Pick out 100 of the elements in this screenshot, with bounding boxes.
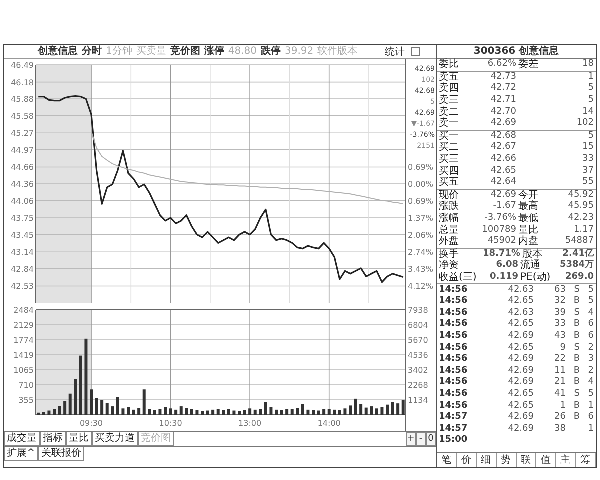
volume-bar — [174, 410, 178, 415]
tick-volume: 39 — [554, 308, 566, 319]
tick-volume: 11 — [554, 366, 566, 377]
order-price: 42.69 — [490, 118, 516, 130]
tick-side: S — [573, 284, 580, 296]
volume-axis-label: 2129 — [14, 321, 34, 330]
volume-axis-label: 710 — [18, 381, 34, 390]
tick-count: 5 — [587, 284, 594, 296]
quote-value: -3.76% — [484, 213, 516, 224]
tick-count: 6 — [587, 330, 594, 342]
order-price: 42.68 — [490, 130, 516, 142]
quote-label: 净资 — [439, 260, 460, 272]
indicator-tab[interactable]: 买卖力道 — [92, 432, 138, 446]
volume-bar — [42, 412, 46, 415]
tick-price: 42.65 — [507, 342, 534, 354]
volume-bar — [259, 409, 262, 415]
volume-bar — [206, 410, 210, 415]
header-text: 创意信息 — [38, 46, 78, 58]
volume-bar — [48, 410, 51, 415]
quote-label: 最高 — [518, 201, 540, 212]
extra-tab[interactable]: 关联报价 — [38, 447, 84, 461]
price-axis-label: 46.49 — [11, 61, 34, 70]
percent-axis-label: 1.37% — [408, 214, 434, 224]
tick-time: 14:57 — [439, 424, 469, 435]
zoom-button[interactable]: 0 — [426, 432, 436, 446]
order-price: 42.66 — [490, 154, 516, 166]
volume-bar — [106, 403, 109, 415]
order-label: 卖五 — [439, 72, 460, 83]
volume-bar — [344, 408, 347, 415]
volume-axis-label: 2484 — [14, 307, 34, 315]
quote-label: 内盘 — [518, 236, 540, 248]
tick-price: 42.65 — [507, 400, 534, 412]
volume-bar — [322, 410, 326, 415]
volume-bar — [216, 409, 220, 415]
quote-label: 委差 — [518, 59, 540, 70]
indicator-tab[interactable]: 成交量 — [4, 432, 40, 446]
stats-button[interactable]: 统计 — [383, 44, 407, 58]
price-axis-label: 45.27 — [11, 129, 34, 138]
header-text: 买卖量 — [136, 46, 166, 58]
tick-volume: 41 — [554, 388, 566, 400]
volume-axis-label: 4536 — [408, 351, 428, 360]
order-label: 买二 — [439, 142, 460, 154]
order-price: 42.71 — [490, 95, 516, 106]
volume-bar — [116, 397, 120, 415]
tick-price: 42.63 — [507, 308, 534, 319]
zoom-button[interactable]: + — [406, 432, 416, 446]
tick-count: 6 — [587, 319, 594, 330]
volume-bar — [100, 400, 104, 415]
volume-bar — [169, 408, 172, 415]
volume-axis-label: 355 — [18, 396, 34, 405]
volume-bar — [243, 410, 246, 415]
window-icon[interactable] — [411, 47, 420, 56]
tick-price: 42.69 — [507, 412, 534, 424]
tick-price: 42.65 — [507, 388, 534, 400]
volume-bar — [132, 410, 136, 415]
tick-price: 42.69 — [507, 377, 534, 388]
header-text: 分时 — [82, 46, 102, 58]
volume-bar — [375, 408, 378, 415]
quote-value: 0.119 — [489, 272, 518, 283]
tick-side: S — [573, 388, 580, 400]
quote-label: 总量 — [439, 224, 460, 236]
tick-price: 42.69 — [507, 366, 534, 377]
volume-bar — [275, 410, 278, 415]
volume-bar — [232, 410, 236, 415]
tick-count: 2 — [587, 342, 594, 354]
tick-side: S — [573, 308, 580, 319]
header-text: 跌停 — [261, 46, 282, 58]
extra-tab[interactable]: 扩展^ — [4, 447, 38, 461]
volume-bar — [301, 404, 304, 415]
tick-time: 14:56 — [439, 388, 469, 400]
quote-label: 涨幅 — [439, 213, 460, 224]
tick-time: 14:56 — [439, 377, 469, 388]
tick-count: 4 — [587, 377, 594, 388]
volume-bar — [380, 407, 384, 415]
tick-volume: 43 — [554, 330, 566, 342]
order-volume: 15 — [582, 142, 594, 154]
volume-bar — [296, 408, 300, 415]
volume-bar — [386, 404, 389, 415]
volume-bar — [53, 409, 56, 415]
indicator-tab[interactable]: 量比 — [66, 432, 92, 446]
tick-volume: 33 — [554, 319, 566, 330]
tick-side: B — [572, 366, 580, 377]
volume-bar — [58, 406, 62, 415]
volume-bar — [254, 410, 257, 415]
percent-axis-label: 4.12% — [408, 282, 434, 292]
zoom-button[interactable]: - — [416, 432, 426, 446]
volume-bar — [264, 402, 268, 415]
tick-volume: 22 — [554, 354, 566, 366]
quote-value: 54887 — [564, 236, 594, 248]
volume-bar — [142, 390, 146, 415]
indicator-tab[interactable]: 指标 — [40, 432, 66, 446]
tick-side: S — [573, 342, 580, 354]
volume-axis-label: 2268 — [408, 381, 428, 390]
price-axis-label: 42.53 — [11, 282, 34, 292]
percent-axis-label: 3.43% — [408, 264, 434, 274]
price-axis-label: 43.14 — [11, 248, 34, 258]
volume-bar — [190, 410, 194, 415]
quote-value: 269.0 — [564, 272, 594, 283]
volume-bar — [238, 411, 241, 415]
tick-time: 14:56 — [439, 366, 469, 377]
